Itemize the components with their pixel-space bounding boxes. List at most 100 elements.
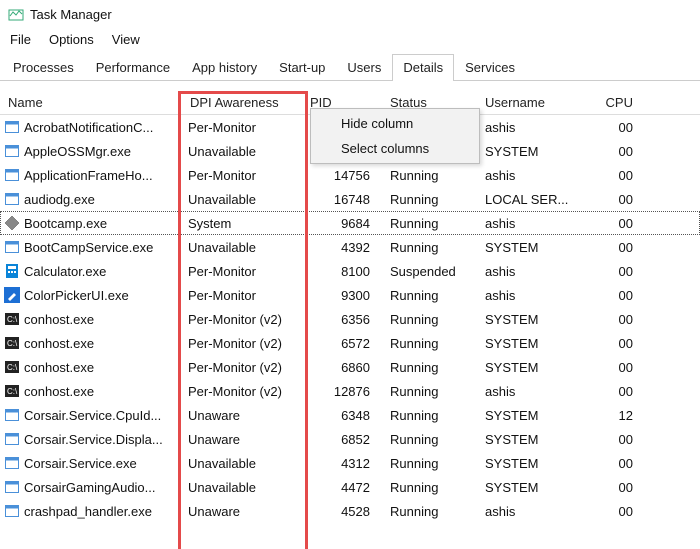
cell-status: Running bbox=[390, 240, 485, 255]
cell-pid: 6356 bbox=[310, 312, 390, 327]
cell-status: Running bbox=[390, 456, 485, 471]
cell-dpi: Unavailable bbox=[180, 240, 310, 255]
process-icon bbox=[4, 287, 20, 303]
table-row[interactable]: CorsairGamingAudio...Unavailable4472Runn… bbox=[0, 475, 700, 499]
tab-details[interactable]: Details bbox=[392, 54, 454, 81]
tab-processes[interactable]: Processes bbox=[2, 54, 85, 81]
tab-performance[interactable]: Performance bbox=[85, 54, 181, 81]
cell-user: ashis bbox=[485, 288, 590, 303]
cell-cpu: 12 bbox=[590, 408, 645, 423]
cell-user: ashis bbox=[485, 168, 590, 183]
cell-status: Running bbox=[390, 168, 485, 183]
table-row[interactable]: crashpad_handler.exeUnaware4528Runningas… bbox=[0, 499, 700, 523]
cell-user: SYSTEM bbox=[485, 408, 590, 423]
cell-cpu: 00 bbox=[590, 336, 645, 351]
table-row[interactable]: Calculator.exePer-Monitor8100Suspendedas… bbox=[0, 259, 700, 283]
cell-pid: 4392 bbox=[310, 240, 390, 255]
table-row[interactable]: Corsair.Service.CpuId...Unaware6348Runni… bbox=[0, 403, 700, 427]
column-header-username[interactable]: Username bbox=[485, 95, 590, 110]
table-row[interactable]: BootCampService.exeUnavailable4392Runnin… bbox=[0, 235, 700, 259]
process-icon bbox=[4, 407, 20, 423]
process-icon bbox=[4, 263, 20, 279]
table-row[interactable]: C:\conhost.exePer-Monitor (v2)12876Runni… bbox=[0, 379, 700, 403]
svg-text:C:\: C:\ bbox=[7, 387, 18, 396]
tab-services[interactable]: Services bbox=[454, 54, 526, 81]
cell-user: ashis bbox=[485, 216, 590, 231]
process-icon bbox=[4, 479, 20, 495]
window-title: Task Manager bbox=[30, 7, 112, 22]
process-name: Bootcamp.exe bbox=[24, 216, 107, 231]
cell-status: Suspended bbox=[390, 264, 485, 279]
tab-app-history[interactable]: App history bbox=[181, 54, 268, 81]
process-name: Calculator.exe bbox=[24, 264, 106, 279]
cell-cpu: 00 bbox=[590, 288, 645, 303]
cell-user: SYSTEM bbox=[485, 144, 590, 159]
cell-pid: 6860 bbox=[310, 360, 390, 375]
cell-dpi: Per-Monitor bbox=[180, 168, 310, 183]
process-name: Corsair.Service.Displa... bbox=[24, 432, 163, 447]
menu-file[interactable]: File bbox=[10, 32, 31, 47]
process-name: ApplicationFrameHo... bbox=[24, 168, 153, 183]
column-header-dpi[interactable]: DPI Awareness bbox=[180, 95, 310, 110]
menu-item-hide-column[interactable]: Hide column bbox=[313, 111, 477, 136]
cell-cpu: 00 bbox=[590, 264, 645, 279]
cell-pid: 4472 bbox=[310, 480, 390, 495]
tab-users[interactable]: Users bbox=[336, 54, 392, 81]
cell-user: SYSTEM bbox=[485, 480, 590, 495]
table-row[interactable]: Corsair.Service.Displa...Unaware6852Runn… bbox=[0, 427, 700, 451]
cell-cpu: 00 bbox=[590, 312, 645, 327]
menu-options[interactable]: Options bbox=[49, 32, 94, 47]
cell-status: Running bbox=[390, 288, 485, 303]
process-name: AppleOSSMgr.exe bbox=[24, 144, 131, 159]
menu-item-select-columns[interactable]: Select columns bbox=[313, 136, 477, 161]
cell-dpi: Per-Monitor bbox=[180, 120, 310, 135]
svg-text:C:\: C:\ bbox=[7, 363, 18, 372]
tab-start-up[interactable]: Start-up bbox=[268, 54, 336, 81]
table-row[interactable]: ColorPickerUI.exePer-Monitor9300Runninga… bbox=[0, 283, 700, 307]
cell-dpi: System bbox=[180, 216, 310, 231]
process-icon bbox=[4, 215, 20, 231]
cell-pid: 4528 bbox=[310, 504, 390, 519]
cell-dpi: Per-Monitor (v2) bbox=[180, 336, 310, 351]
process-name: conhost.exe bbox=[24, 360, 94, 375]
cell-status: Running bbox=[390, 216, 485, 231]
process-name: AcrobatNotificationC... bbox=[24, 120, 153, 135]
table-row[interactable]: audiodg.exeUnavailable16748RunningLOCAL … bbox=[0, 187, 700, 211]
column-context-menu: Hide column Select columns bbox=[310, 108, 480, 164]
table-row[interactable]: C:\conhost.exePer-Monitor (v2)6356Runnin… bbox=[0, 307, 700, 331]
process-name: Corsair.Service.CpuId... bbox=[24, 408, 161, 423]
cell-user: SYSTEM bbox=[485, 432, 590, 447]
cell-user: SYSTEM bbox=[485, 312, 590, 327]
menu-view[interactable]: View bbox=[112, 32, 140, 47]
cell-user: SYSTEM bbox=[485, 456, 590, 471]
process-icon: C:\ bbox=[4, 359, 20, 375]
cell-cpu: 00 bbox=[590, 168, 645, 183]
cell-cpu: 00 bbox=[590, 432, 645, 447]
table-row[interactable]: C:\conhost.exePer-Monitor (v2)6572Runnin… bbox=[0, 331, 700, 355]
cell-pid: 9684 bbox=[310, 216, 390, 231]
cell-pid: 6572 bbox=[310, 336, 390, 351]
cell-user: ashis bbox=[485, 504, 590, 519]
process-icon bbox=[4, 455, 20, 471]
process-icon bbox=[4, 431, 20, 447]
process-icon: C:\ bbox=[4, 335, 20, 351]
process-name: conhost.exe bbox=[24, 384, 94, 399]
cell-pid: 6852 bbox=[310, 432, 390, 447]
cell-pid: 4312 bbox=[310, 456, 390, 471]
table-row[interactable]: Corsair.Service.exeUnavailable4312Runnin… bbox=[0, 451, 700, 475]
process-icon bbox=[4, 167, 20, 183]
table-row[interactable]: C:\conhost.exePer-Monitor (v2)6860Runnin… bbox=[0, 355, 700, 379]
table-row[interactable]: Bootcamp.exe System9684Runningashis00 bbox=[0, 211, 700, 235]
table-row[interactable]: ApplicationFrameHo...Per-Monitor14756Run… bbox=[0, 163, 700, 187]
cell-pid: 6348 bbox=[310, 408, 390, 423]
cell-dpi: Per-Monitor bbox=[180, 264, 310, 279]
column-header-cpu[interactable]: CPU bbox=[590, 95, 645, 110]
cell-dpi: Per-Monitor bbox=[180, 288, 310, 303]
cell-status: Running bbox=[390, 360, 485, 375]
process-name: audiodg.exe bbox=[24, 192, 95, 207]
process-name: crashpad_handler.exe bbox=[24, 504, 152, 519]
cell-user: ashis bbox=[485, 384, 590, 399]
column-header-name[interactable]: Name bbox=[0, 95, 180, 110]
cell-cpu: 00 bbox=[590, 216, 645, 231]
cell-cpu: 00 bbox=[590, 144, 645, 159]
